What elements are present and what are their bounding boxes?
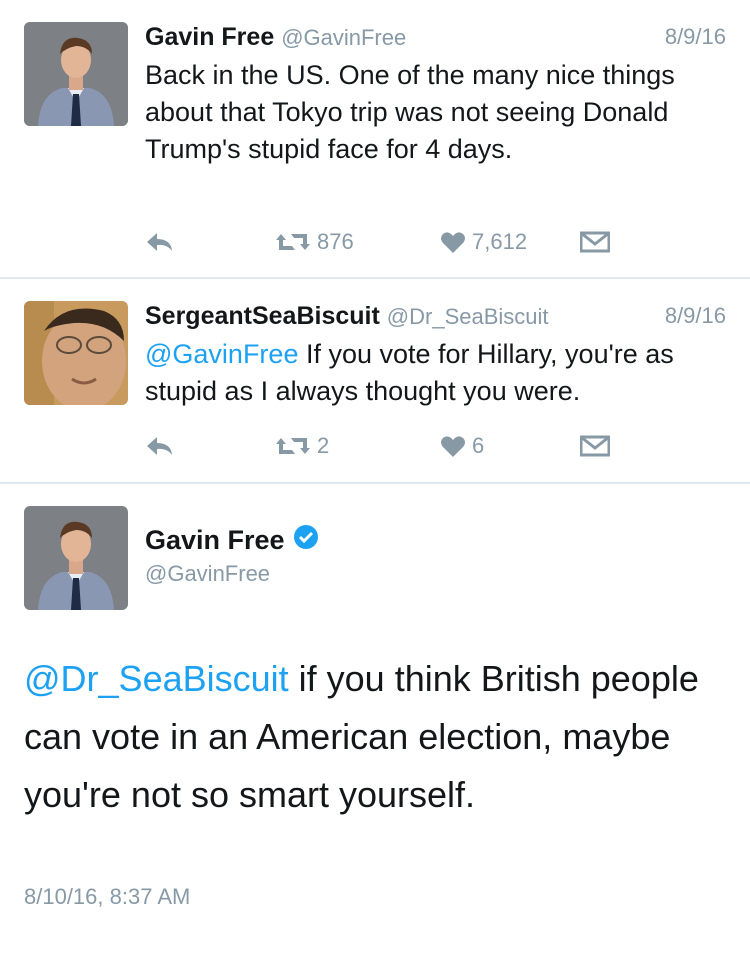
- avatar-image: [24, 22, 128, 126]
- mention-link[interactable]: @Dr_SeaBiscuit: [24, 658, 289, 699]
- heart-icon: [441, 436, 465, 457]
- author-handle[interactable]: @Dr_SeaBiscuit: [387, 304, 549, 329]
- author-name[interactable]: Gavin Free: [145, 525, 285, 556]
- avatar-gavin-free[interactable]: [24, 506, 128, 610]
- tweet-date[interactable]: 8/9/16: [665, 303, 726, 329]
- heart-icon: [441, 232, 465, 253]
- mention-link[interactable]: @GavinFree: [145, 339, 298, 369]
- tweet-text: @Dr_SeaBiscuit if you think British peop…: [24, 650, 724, 824]
- author-handle[interactable]: @GavinFree: [281, 25, 406, 50]
- avatar-sergeant-sea-biscuit[interactable]: [24, 301, 128, 405]
- retweet-icon: [276, 234, 310, 250]
- tweet-1[interactable]: Gavin Free @GavinFree 8/9/16 Back in the…: [0, 0, 750, 278]
- like-button[interactable]: 6: [440, 431, 484, 461]
- tweet-actions: 876 7,612: [145, 227, 615, 257]
- like-button[interactable]: 7,612: [440, 227, 527, 257]
- like-count: 6: [472, 433, 485, 458]
- author-name[interactable]: Gavin Free: [145, 23, 274, 51]
- retweet-icon: [276, 438, 310, 454]
- tweet-text: @GavinFree If you vote for Hillary, you'…: [145, 336, 730, 410]
- tweet-header: SergeantSeaBiscuit @Dr_SeaBiscuit: [145, 301, 549, 332]
- like-count: 7,612: [472, 229, 528, 254]
- retweet-button[interactable]: 2: [275, 431, 329, 461]
- tweet-3-expanded[interactable]: Gavin Free @GavinFree @Dr_SeaBiscuit if …: [0, 484, 750, 953]
- avatar-image: [24, 301, 128, 405]
- envelope-icon: [580, 435, 610, 457]
- author-handle[interactable]: @GavinFree: [145, 561, 270, 587]
- retweet-count: 876: [317, 229, 354, 254]
- tweet-header: Gavin Free @GavinFree: [145, 22, 406, 53]
- avatar-image: [24, 506, 128, 610]
- tweet-text: Back in the US. One of the many nice thi…: [145, 60, 675, 164]
- dm-button[interactable]: [580, 227, 610, 257]
- verified-badge-icon: [293, 524, 319, 557]
- tweet-actions: 2 6: [145, 431, 615, 461]
- retweet-count: 2: [317, 433, 330, 458]
- author-name[interactable]: SergeantSeaBiscuit: [145, 302, 380, 330]
- envelope-icon: [580, 231, 610, 253]
- reply-button[interactable]: [145, 431, 175, 461]
- dm-button[interactable]: [580, 431, 610, 461]
- reply-button[interactable]: [145, 227, 175, 257]
- avatar-gavin-free[interactable]: [24, 22, 128, 126]
- tweet-timestamp[interactable]: 8/10/16, 8:37 AM: [24, 884, 190, 910]
- reply-icon: [147, 437, 172, 455]
- tweet-2[interactable]: SergeantSeaBiscuit @Dr_SeaBiscuit 8/9/16…: [0, 279, 750, 482]
- reply-icon: [147, 233, 172, 251]
- tweet-date[interactable]: 8/9/16: [665, 24, 726, 50]
- retweet-button[interactable]: 876: [275, 227, 354, 257]
- author-name-row: Gavin Free: [145, 524, 319, 557]
